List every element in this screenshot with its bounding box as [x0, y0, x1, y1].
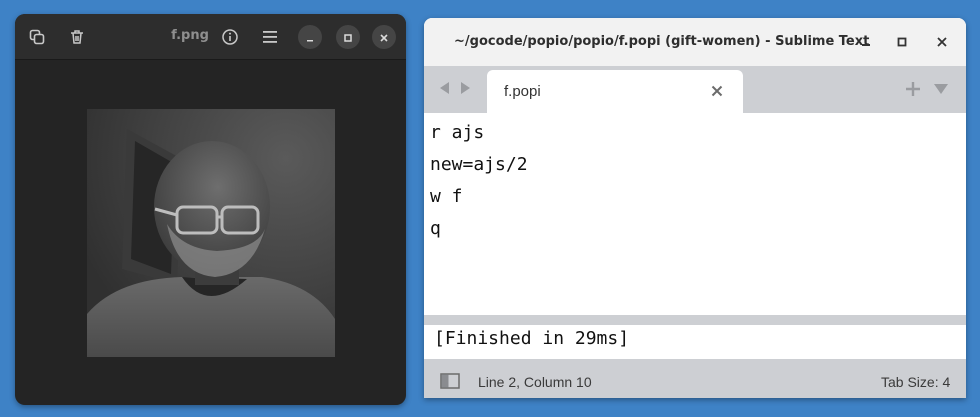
tab-f-popi[interactable]: f.popi	[487, 70, 743, 113]
sublime-minimize-button[interactable]	[856, 32, 876, 52]
tab-bar: f.popi	[424, 66, 966, 113]
info-icon[interactable]	[219, 26, 241, 48]
tab-list-dropdown-icon[interactable]	[932, 80, 950, 98]
maximize-button[interactable]	[336, 25, 360, 49]
code-editor[interactable]: r ajs new=ajs/2 w f q	[424, 113, 966, 315]
tab-size-indicator[interactable]: Tab Size: 4	[881, 374, 966, 390]
minimize-button[interactable]	[298, 25, 322, 49]
status-bar: Line 2, Column 10 Tab Size: 4	[424, 359, 966, 398]
tab-close-icon[interactable]	[709, 83, 725, 99]
maximize-icon	[896, 33, 908, 52]
output-panel-divider[interactable]	[424, 315, 966, 325]
nav-forward-arrow-icon[interactable]	[459, 80, 473, 96]
new-tab-plus-icon[interactable]	[904, 80, 922, 98]
close-button[interactable]	[372, 25, 396, 49]
minimize-icon	[860, 33, 872, 52]
close-icon	[936, 33, 948, 52]
code-line: new=ajs/2	[430, 154, 528, 175]
copy-icon[interactable]	[26, 26, 48, 48]
build-output-panel: [Finished in 29ms]	[427, 325, 963, 357]
portrait-photo	[87, 109, 335, 357]
window-title: ~/gocode/popio/popio/f.popi (gift-women)…	[454, 34, 870, 49]
maximize-icon	[343, 28, 353, 47]
sidebar-toggle-icon[interactable]	[440, 373, 460, 389]
minimize-icon	[305, 28, 315, 47]
code-line: w f	[430, 186, 463, 207]
sublime-text-window: ~/gocode/popio/popio/f.popi (gift-women)…	[424, 18, 966, 398]
trash-icon[interactable]	[66, 26, 88, 48]
image-viewer-window: f.png	[15, 14, 406, 405]
image-viewer-header: f.png	[15, 14, 406, 60]
sublime-titlebar: ~/gocode/popio/popio/f.popi (gift-women)…	[424, 18, 966, 66]
cursor-position[interactable]: Line 2, Column 10	[478, 374, 592, 390]
sublime-maximize-button[interactable]	[892, 32, 912, 52]
close-icon	[379, 28, 389, 47]
code-line: r ajs	[430, 122, 485, 143]
tab-label: f.popi	[504, 83, 541, 100]
code-line: q	[430, 218, 441, 239]
nav-back-arrow-icon[interactable]	[437, 80, 451, 96]
sublime-close-button[interactable]	[932, 32, 952, 52]
hamburger-menu-icon[interactable]	[259, 26, 281, 48]
